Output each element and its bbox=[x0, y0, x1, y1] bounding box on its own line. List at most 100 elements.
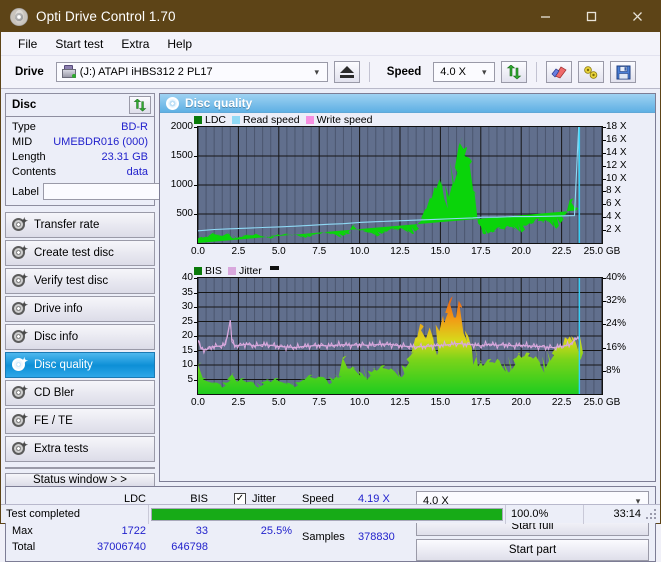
sidebar-item-label: FE / TE bbox=[34, 415, 73, 427]
y-axis-tick bbox=[194, 336, 197, 337]
status-bar: Test completed 100.0% 33:14 bbox=[1, 504, 660, 524]
sidebar-item-label: Create test disc bbox=[34, 247, 114, 259]
row-label-max: Max bbox=[12, 525, 33, 537]
sidebar-item-label: Disc quality bbox=[34, 359, 93, 371]
y2-axis-tick bbox=[603, 178, 606, 180]
drive-select-value: (J:) ATAPI iHBS312 2 PL17 bbox=[79, 66, 213, 78]
y-axis-tick bbox=[194, 278, 197, 279]
sidebar-item-disc-info[interactable]: ✦ Disc info bbox=[5, 324, 155, 350]
y2-axis-tick bbox=[603, 230, 606, 232]
optical-drive-icon bbox=[61, 65, 77, 79]
menu-bar: File Start test Extra Help bbox=[1, 32, 660, 56]
y2-axis-tick bbox=[603, 324, 606, 326]
sidebar-item-fe-te[interactable]: ✦ FE / TE bbox=[5, 408, 155, 434]
legend-label: Jitter bbox=[238, 265, 262, 277]
sidebar-item-cd-bler[interactable]: ✦ CD Bler bbox=[5, 380, 155, 406]
progress-fill bbox=[152, 508, 502, 520]
refresh-icon bbox=[506, 64, 522, 79]
refresh-button[interactable] bbox=[501, 61, 528, 83]
disc-row-mid: MID UMEBDR016 (000) bbox=[12, 135, 148, 150]
minimize-icon[interactable] bbox=[522, 1, 568, 32]
disc-refresh-button[interactable] bbox=[129, 96, 151, 114]
toolbar-divider-1 bbox=[368, 62, 370, 82]
menu-file[interactable]: File bbox=[9, 35, 46, 53]
sidebar-item-extra-tests[interactable]: ✦ Extra tests bbox=[5, 436, 155, 462]
y2-axis-tick-label: 40% bbox=[606, 272, 627, 283]
progress-track bbox=[151, 507, 503, 521]
y-axis-tick bbox=[194, 185, 197, 186]
y2-axis-tick bbox=[603, 191, 606, 193]
sidebar: Disc Type BD-R MID UMEBDR016 (000) Lengt… bbox=[5, 93, 245, 487]
table-row: Max 1722 33 25.5% bbox=[12, 523, 296, 539]
legend-label: BIS bbox=[205, 265, 222, 277]
sidebar-item-verify-test-disc[interactable]: ✦ Verify test disc bbox=[5, 268, 155, 294]
erase-button[interactable] bbox=[546, 61, 573, 83]
y-axis-tick-label: 500 bbox=[176, 208, 193, 219]
elapsed-time: 33:14 bbox=[613, 508, 641, 520]
legend-marker bbox=[269, 266, 279, 270]
main-panel: Disc quality LDC Read speed Write speed … bbox=[159, 93, 656, 482]
chart-legend-bis: BIS Jitter bbox=[194, 265, 279, 277]
sidebar-item-transfer-rate[interactable]: ✦ Transfer rate bbox=[5, 212, 155, 238]
resize-grip[interactable] bbox=[646, 505, 660, 524]
readout-samples: Samples 378830 bbox=[302, 529, 416, 546]
progress-bar bbox=[149, 504, 506, 524]
toolbar-divider-2 bbox=[536, 62, 538, 82]
sidebar-filler bbox=[5, 467, 155, 469]
maximize-icon[interactable] bbox=[568, 1, 614, 32]
y2-axis-tick bbox=[603, 152, 606, 154]
y2-axis-tick bbox=[603, 139, 606, 141]
y-axis-tick-label: 1500 bbox=[170, 150, 193, 161]
x-axis-tick-label: 25.0 GB bbox=[583, 246, 621, 257]
menu-extra[interactable]: Extra bbox=[112, 35, 158, 53]
disc-panel-header: Disc bbox=[6, 94, 154, 117]
nav-list: ✦ Transfer rate ✦ Create test disc ✦ Ver… bbox=[5, 212, 155, 462]
status-message: Test completed bbox=[1, 504, 149, 524]
statistics-panel: LDC BIS ✓ Jitter Avg 96.93 1.69 16.2% Ma… bbox=[5, 486, 656, 562]
disc-row-type: Type BD-R bbox=[12, 120, 148, 135]
y2-axis-tick-label: 8% bbox=[606, 364, 621, 376]
test-readouts: Speed 4.19 X Position 23862 MB Samples 3… bbox=[296, 491, 416, 561]
settings-button[interactable] bbox=[578, 61, 605, 83]
y2-axis-tick-label: 12 X bbox=[606, 159, 627, 171]
y2-axis-tick-label: 32% bbox=[606, 295, 627, 307]
menu-start-test[interactable]: Start test bbox=[46, 35, 112, 53]
disc-length-value: 23.31 GB bbox=[101, 151, 148, 163]
disc-row-contents: Contents data bbox=[12, 165, 148, 180]
disc-icon: ✦ bbox=[12, 440, 28, 457]
progress-percent: 100.0% bbox=[506, 504, 584, 524]
test-buttons: 4.0 X ▾ Start full Start part bbox=[416, 491, 655, 561]
legend-item-write-speed: Write speed bbox=[305, 114, 373, 126]
speed-select-value: 4.0 X bbox=[440, 66, 466, 78]
y2-axis-tick-label: 16% bbox=[606, 341, 627, 353]
y-axis-tick bbox=[194, 321, 197, 323]
sidebar-item-disc-quality[interactable]: ✦ Disc quality bbox=[5, 352, 155, 378]
sidebar-item-label: Verify test disc bbox=[34, 275, 109, 287]
drive-select[interactable]: (J:) ATAPI iHBS312 2 PL17 ▾ bbox=[55, 62, 328, 82]
legend-label: LDC bbox=[205, 114, 227, 126]
y2-axis-tick-label: 4 X bbox=[606, 211, 622, 223]
menu-help[interactable]: Help bbox=[158, 35, 201, 53]
disc-panel-title: Disc bbox=[12, 99, 37, 111]
y2-axis-tick bbox=[603, 204, 606, 206]
sidebar-item-drive-info[interactable]: ✦ Drive info bbox=[5, 296, 155, 322]
sidebar-item-create-test-disc[interactable]: ✦ Create test disc bbox=[5, 240, 155, 266]
close-icon[interactable] bbox=[614, 1, 660, 32]
legend-swatch bbox=[227, 267, 236, 275]
start-part-button[interactable]: Start part bbox=[416, 539, 649, 561]
y-axis-tick-label: 25 bbox=[181, 315, 193, 327]
y-axis-tick bbox=[194, 127, 197, 128]
statistics-table: LDC BIS ✓ Jitter Avg 96.93 1.69 16.2% Ma… bbox=[6, 487, 296, 561]
y2-axis-tick-label: 8 X bbox=[606, 185, 622, 197]
row-label-total: Total bbox=[12, 541, 36, 553]
status-window-button[interactable]: Status window > > bbox=[5, 473, 155, 487]
disc-icon: ✦ bbox=[12, 300, 28, 317]
y2-axis-tick bbox=[603, 127, 606, 128]
eject-button[interactable] bbox=[333, 61, 360, 83]
chart-ldc-plot[interactable] bbox=[197, 126, 603, 244]
legend-swatch bbox=[194, 116, 202, 124]
speed-select[interactable]: 4.0 X ▾ bbox=[433, 62, 496, 82]
disc-icon: ✦ bbox=[12, 272, 28, 289]
chart-bis-plot[interactable] bbox=[197, 277, 603, 395]
save-button[interactable] bbox=[610, 61, 637, 83]
